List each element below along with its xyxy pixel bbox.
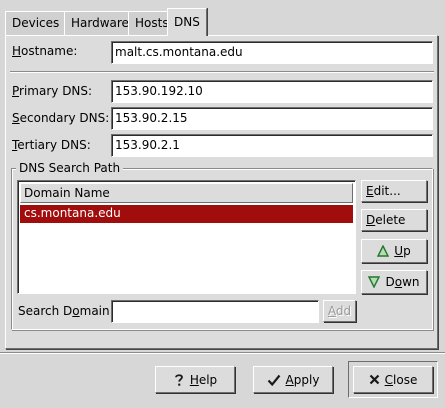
delete-button[interactable]: Delete	[361, 209, 427, 231]
down-button[interactable]: Down	[361, 270, 427, 294]
domain-name-column-header[interactable]: Domain Name	[20, 183, 353, 203]
tab-hardware[interactable]: Hardware	[64, 11, 136, 35]
search-domain-label: Search Domain:	[18, 304, 114, 318]
secondary-dns-label: Secondary DNS:	[12, 111, 110, 125]
apply-button[interactable]: Apply	[253, 366, 333, 393]
tertiary-dns-input[interactable]: 153.90.2.1	[111, 134, 433, 157]
tertiary-dns-label: Tertiary DNS:	[12, 138, 91, 152]
secondary-dns-input[interactable]: 153.90.2.15	[111, 107, 433, 130]
primary-dns-value: 153.90.192.10	[115, 84, 203, 98]
tab-label: Hosts	[135, 16, 169, 30]
add-button[interactable]: Add	[323, 300, 356, 322]
list-item[interactable]: cs.montana.edu	[20, 205, 353, 223]
hostname-value: malt.cs.montana.edu	[115, 45, 243, 59]
tab-dns[interactable]: DNS	[167, 8, 207, 36]
check-mark-icon	[267, 374, 280, 386]
close-button[interactable]: Close	[353, 366, 433, 393]
search-domain-input[interactable]	[111, 300, 319, 323]
question-mark-icon	[174, 373, 183, 386]
triangle-up-icon	[377, 245, 390, 257]
tab-devices[interactable]: Devices	[5, 11, 67, 35]
help-button[interactable]: Help	[155, 366, 235, 393]
tab-label: Hardware	[71, 16, 129, 30]
x-mark-icon	[369, 374, 379, 385]
separator	[0, 352, 445, 354]
dns-search-path-title: DNS Search Path	[16, 161, 124, 175]
tertiary-dns-value: 153.90.2.1	[115, 138, 180, 152]
edit-button[interactable]: Edit...	[361, 180, 427, 202]
tab-label: DNS	[174, 15, 200, 29]
tab-label: Devices	[12, 16, 60, 30]
hostname-input[interactable]: malt.cs.montana.edu	[111, 41, 433, 64]
hostname-label: Hostname:	[12, 44, 78, 58]
secondary-dns-value: 153.90.2.15	[115, 111, 188, 125]
domain-list[interactable]: Domain Name cs.montana.edu	[17, 180, 356, 294]
primary-dns-input[interactable]: 153.90.192.10	[111, 80, 433, 103]
triangle-down-icon	[368, 276, 381, 288]
separator	[10, 71, 434, 73]
up-button[interactable]: Up	[361, 239, 427, 263]
primary-dns-label: Primary DNS:	[12, 84, 93, 98]
